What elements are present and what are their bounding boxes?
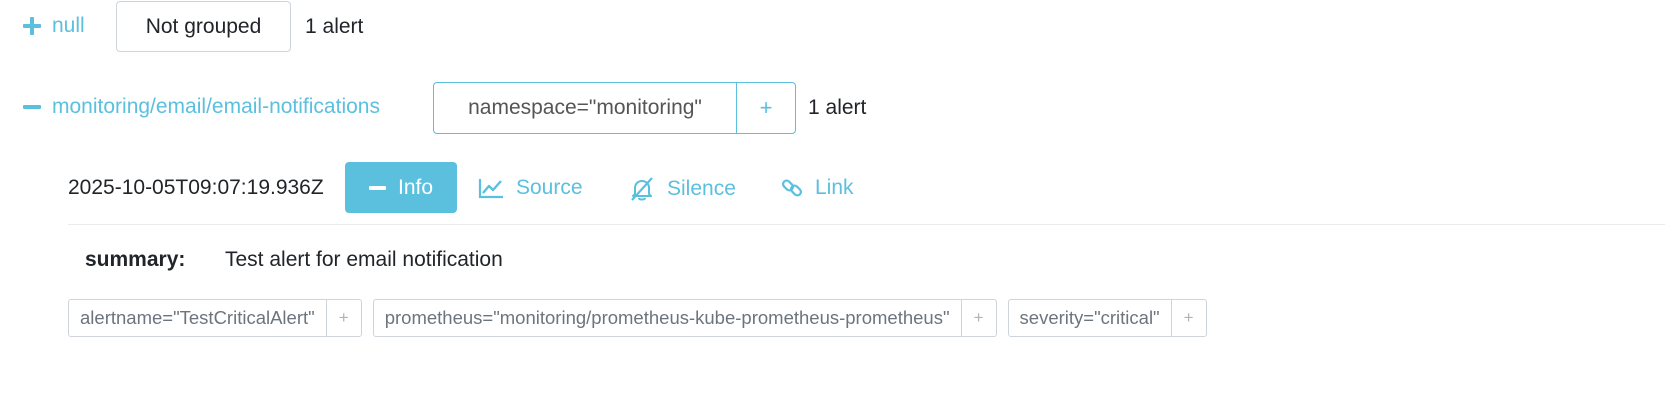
label-chip: prometheus="monitoring/prometheus-kube-p…	[372, 299, 997, 337]
info-button[interactable]: Info	[345, 162, 457, 213]
plus-icon	[22, 16, 42, 36]
source-link[interactable]: Source	[478, 176, 583, 200]
minus-icon	[368, 185, 386, 190]
expand-group-toggle[interactable]: null	[22, 14, 85, 38]
bell-slash-icon	[631, 177, 653, 201]
label-add-button[interactable]: +	[1172, 300, 1206, 336]
label-chip-text[interactable]: prometheus="monitoring/prometheus-kube-p…	[374, 300, 962, 336]
group-label: monitoring/email/email-notifications	[52, 95, 380, 118]
alert-count: 1 alert	[808, 96, 867, 119]
label-add-button[interactable]: +	[327, 300, 361, 336]
minus-icon	[22, 97, 42, 117]
alert-count: 1 alert	[305, 15, 364, 38]
collapse-group-toggle[interactable]: monitoring/email/email-notifications	[22, 95, 380, 119]
namespace-filter-chip: namespace="monitoring" +	[433, 82, 796, 134]
label-chip: severity="critical" +	[1007, 299, 1207, 337]
label-chip: alertname="TestCriticalAlert" +	[68, 299, 362, 337]
silence-link[interactable]: Silence	[629, 176, 736, 202]
divider	[68, 224, 1665, 225]
link-icon	[781, 179, 803, 197]
link-link[interactable]: Link	[781, 176, 854, 200]
namespace-filter-label[interactable]: namespace="monitoring"	[434, 83, 737, 133]
annotation-key: summary:	[85, 248, 186, 271]
group-null: null	[22, 14, 85, 38]
group-monitoring-email: monitoring/email/email-notifications	[22, 95, 380, 119]
not-grouped-chip: Not grouped	[116, 1, 291, 52]
annotation-value: Test alert for email notification	[225, 248, 503, 271]
add-filter-button[interactable]: +	[737, 83, 795, 133]
info-button-label: Info	[397, 175, 434, 199]
silence-link-label: Silence	[667, 177, 736, 200]
source-link-label: Source	[516, 176, 583, 199]
label-list: alertname="TestCriticalAlert" + promethe…	[68, 299, 1218, 337]
group-label: null	[52, 14, 85, 37]
chart-line-icon	[478, 179, 503, 199]
label-chip-text[interactable]: alertname="TestCriticalAlert"	[69, 300, 327, 336]
label-chip-text[interactable]: severity="critical"	[1009, 300, 1172, 336]
label-add-button[interactable]: +	[962, 300, 996, 336]
link-link-label: Link	[815, 176, 854, 199]
alert-timestamp: 2025-10-05T09:07:19.936Z	[68, 176, 324, 199]
